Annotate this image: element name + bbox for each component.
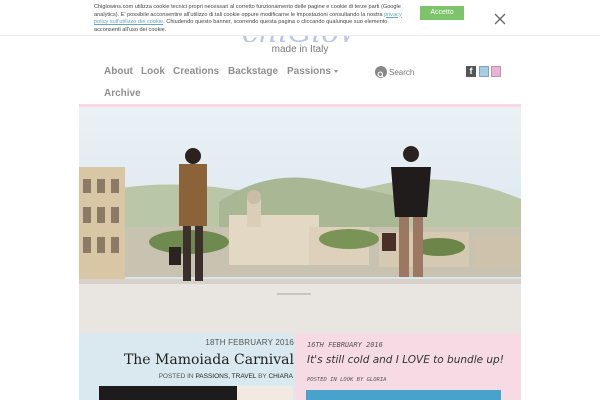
post-date: 18TH FEBRUARY 2016: [205, 338, 294, 347]
nav-item-archive[interactable]: Archive: [104, 88, 141, 99]
chevron-down-icon: [333, 69, 338, 73]
search-label: Search: [389, 68, 415, 77]
post-thumbnail[interactable]: [237, 386, 293, 400]
accept-cookies-button[interactable]: Accetto: [420, 6, 464, 20]
nav-item-creations[interactable]: Creations: [173, 66, 219, 77]
post-card[interactable]: 18TH FEBRUARY 2016 The Mamoiada Carnival…: [79, 333, 295, 400]
post-meta-label: BY: [258, 373, 267, 380]
post-card[interactable]: 16TH FEBRUARY 2016 It's still cold and I…: [295, 333, 521, 400]
cookie-text-part: Chiglowins.com utilizza cookie tecnici p…: [94, 4, 401, 18]
post-meta: POSTED IN LOOK BY GLORIA: [307, 377, 387, 383]
post-title-link[interactable]: The Mamoiada Carnival: [80, 352, 294, 368]
post-category-link[interactable]: PASSIONS, TRAVEL: [195, 373, 256, 380]
logo-tagline: made in Italy: [271, 44, 329, 55]
hero-photo[interactable]: [79, 107, 521, 333]
instagram-icon[interactable]: [479, 66, 489, 77]
post-author-link[interactable]: CHIARA: [268, 373, 293, 380]
cookie-notice-text: Chiglowins.com utilizza cookie tecnici p…: [94, 4, 412, 34]
pinterest-icon[interactable]: [491, 66, 501, 77]
facebook-icon[interactable]: f: [466, 66, 476, 77]
nav-item-look[interactable]: Look: [141, 66, 165, 77]
post-title-link[interactable]: It's still cold and I LOVE to bundle up!: [307, 354, 504, 366]
close-icon[interactable]: [493, 11, 507, 25]
post-date: 16TH FEBRUARY 2016: [307, 341, 383, 349]
nav-item-passions-label: Passions: [287, 66, 331, 77]
nav-item-passions[interactable]: Passions: [287, 66, 338, 77]
post-meta-label: POSTED IN: [158, 373, 194, 380]
post-thumbnail[interactable]: [306, 390, 501, 400]
post-meta: POSTED IN PASSIONS, TRAVEL BY CHIARA: [81, 373, 293, 380]
search-icon: [375, 66, 387, 78]
nav-item-about[interactable]: About: [104, 66, 133, 77]
nav-item-backstage[interactable]: Backstage: [228, 66, 278, 77]
cookie-banner: Chiglowins.com utilizza cookie tecnici p…: [0, 0, 600, 36]
